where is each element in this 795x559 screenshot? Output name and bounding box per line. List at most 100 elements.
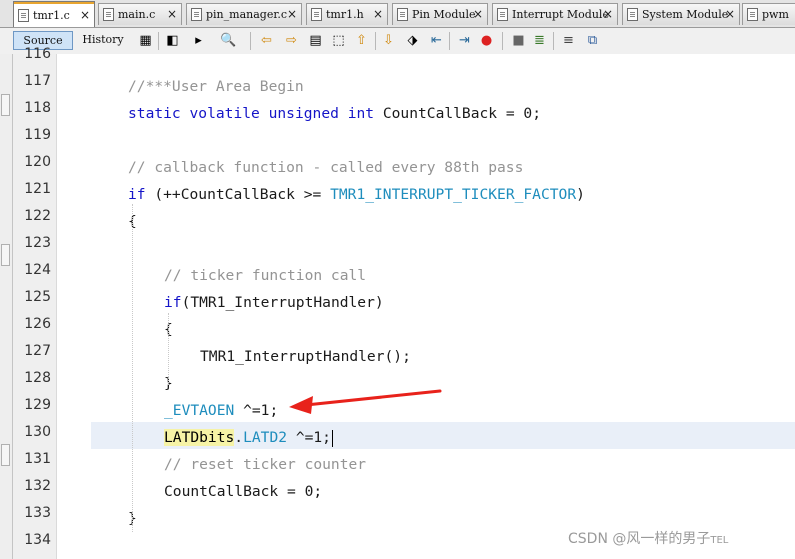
tab-interrupt-module[interactable]: Interrupt Module × xyxy=(492,3,618,25)
code-token: LATD2 xyxy=(243,429,288,446)
tab-close-icon[interactable]: × xyxy=(603,7,613,21)
code-token: // reset ticker counter xyxy=(164,456,367,473)
tab-close-icon[interactable]: × xyxy=(80,8,90,22)
code-token: if xyxy=(128,186,146,203)
tab-close-icon[interactable]: × xyxy=(473,7,483,21)
code-token: unsigned xyxy=(268,105,339,122)
csdn-watermark: CSDN @风一样的男子TEL xyxy=(568,528,728,548)
record-macro-icon[interactable]: ● xyxy=(478,32,495,49)
line-number: 126 xyxy=(24,316,51,332)
collapsed-panel-handle[interactable] xyxy=(1,94,10,116)
line-number: 119 xyxy=(24,127,51,143)
line-number: 125 xyxy=(24,289,51,305)
next-bookmark-icon[interactable]: ⇩ xyxy=(380,32,397,49)
tab-label: pwm xyxy=(762,8,789,21)
file-icon xyxy=(103,8,114,21)
tab-close-icon[interactable]: × xyxy=(167,7,177,21)
code-line: //***User Area Begin xyxy=(128,73,304,100)
previous-bookmark-icon[interactable]: ⇧ xyxy=(353,32,370,49)
forward-icon[interactable]: ▸ xyxy=(190,32,207,49)
find-next-icon[interactable]: ⇨ xyxy=(283,32,300,49)
uncomment-icon[interactable]: ≡ xyxy=(560,32,577,49)
toolbar-separator xyxy=(502,32,503,50)
tab-pwm[interactable]: pwm xyxy=(742,3,795,25)
find-icon[interactable]: 🔍 xyxy=(220,32,237,49)
code-token: TMR1_INTERRUPT_TICKER_FACTOR xyxy=(330,186,577,203)
tab-tmr1-h[interactable]: tmr1.h × xyxy=(306,3,388,25)
toolbar-separator xyxy=(158,32,159,50)
find-previous-icon[interactable]: ⇦ xyxy=(258,32,275,49)
indent-guide xyxy=(168,313,169,385)
code-token: int xyxy=(347,105,375,122)
code-line: if(TMR1_InterruptHandler) xyxy=(164,289,384,316)
file-icon xyxy=(311,8,322,21)
code-line: // callback function - called every 88th… xyxy=(128,154,523,181)
code-token: _EVTAOEN xyxy=(164,402,235,419)
tab-label: Interrupt Module xyxy=(512,8,609,21)
collapsed-panel-handle[interactable] xyxy=(1,244,10,266)
tab-close-icon[interactable]: × xyxy=(373,7,383,21)
fold-margin xyxy=(57,54,77,559)
tab-label: tmr1.c xyxy=(33,9,70,22)
code-token: (TMR1_InterruptHandler) xyxy=(181,294,384,311)
line-number: 118 xyxy=(24,100,51,116)
line-number: 121 xyxy=(24,181,51,197)
file-icon xyxy=(191,8,202,21)
line-number: 120 xyxy=(24,154,51,170)
editor-tab-bar: tmr1.c × main.c × pin_manager.c × tmr1.h × Pin M… xyxy=(0,0,795,28)
line-number: 124 xyxy=(24,262,51,278)
code-token: . xyxy=(234,429,244,446)
toggle-highlight-icon[interactable]: ▤ xyxy=(307,32,324,49)
code-line: _EVTAOEN ^=1; xyxy=(164,397,278,424)
history-tab-button[interactable]: History xyxy=(76,31,130,50)
line-number: 131 xyxy=(24,451,51,467)
tab-tmr1-c[interactable]: tmr1.c × xyxy=(13,1,95,27)
code-line: // ticker function call xyxy=(164,262,366,289)
toolbar-separator xyxy=(375,32,376,50)
comment-icon[interactable]: ≣ xyxy=(531,32,548,49)
toolbar-separator xyxy=(449,32,450,50)
watermark-text: CSDN @风一样的男子 xyxy=(568,531,711,547)
code-token: // ticker function call xyxy=(164,267,367,284)
watermark-suffix: TEL xyxy=(710,535,729,546)
tab-label: Pin Module xyxy=(412,8,476,21)
tab-main-c[interactable]: main.c × xyxy=(98,3,182,25)
shift-left-icon[interactable]: ⇤ xyxy=(428,32,445,49)
tab-system-module[interactable]: System Module × xyxy=(622,3,740,25)
stop-macro-icon[interactable]: ■ xyxy=(510,32,527,49)
tab-close-icon[interactable]: × xyxy=(725,7,735,21)
editor-toolbar: Source History ▦ ◧ ▸ 🔍 ⇦ ⇨ ▤ ⬚ ⇧ ⇩ ⬗ ⇤ ⇥ ● ■ ≣ ≡ ⧉ xyxy=(0,28,795,55)
indent-guide xyxy=(132,204,133,532)
tab-pin-module[interactable]: Pin Module × xyxy=(392,3,488,25)
shift-right-icon[interactable]: ⇥ xyxy=(456,32,473,49)
tab-label: pin_manager.c xyxy=(206,8,288,21)
line-number: 134 xyxy=(24,532,51,548)
code-token: ) xyxy=(576,186,585,203)
back-icon[interactable]: ◧ xyxy=(164,32,181,49)
file-icon xyxy=(18,9,29,22)
tab-pin-manager-c[interactable]: pin_manager.c × xyxy=(186,3,302,25)
code-token: TMR1_InterruptHandler(); xyxy=(200,348,411,365)
tab-label: System Module xyxy=(642,8,729,21)
select-icon[interactable]: ⬚ xyxy=(330,32,347,49)
line-number-gutter: 116 117 118 119 120 121 122 123 124 125 126 127 128 1… xyxy=(13,46,57,559)
diff-icon[interactable]: ⧉ xyxy=(584,32,601,49)
line-number: 129 xyxy=(24,397,51,413)
code-line: TMR1_InterruptHandler(); xyxy=(200,343,411,370)
line-number: 133 xyxy=(24,505,51,521)
code-token: ^=1; xyxy=(234,402,279,419)
left-side-panel-strip xyxy=(0,54,13,559)
file-icon xyxy=(397,8,408,21)
last-edit-icon[interactable]: ▦ xyxy=(137,32,154,49)
file-icon xyxy=(627,8,638,21)
code-token: (++CountCallBack >= xyxy=(145,186,331,203)
code-token: CountCallBack = 0; xyxy=(374,105,541,122)
line-number: 122 xyxy=(24,208,51,224)
collapsed-panel-handle[interactable] xyxy=(1,444,10,466)
file-icon xyxy=(747,8,758,21)
tab-close-icon[interactable]: × xyxy=(287,7,297,21)
toggle-bookmark-icon[interactable]: ⬗ xyxy=(404,32,421,49)
